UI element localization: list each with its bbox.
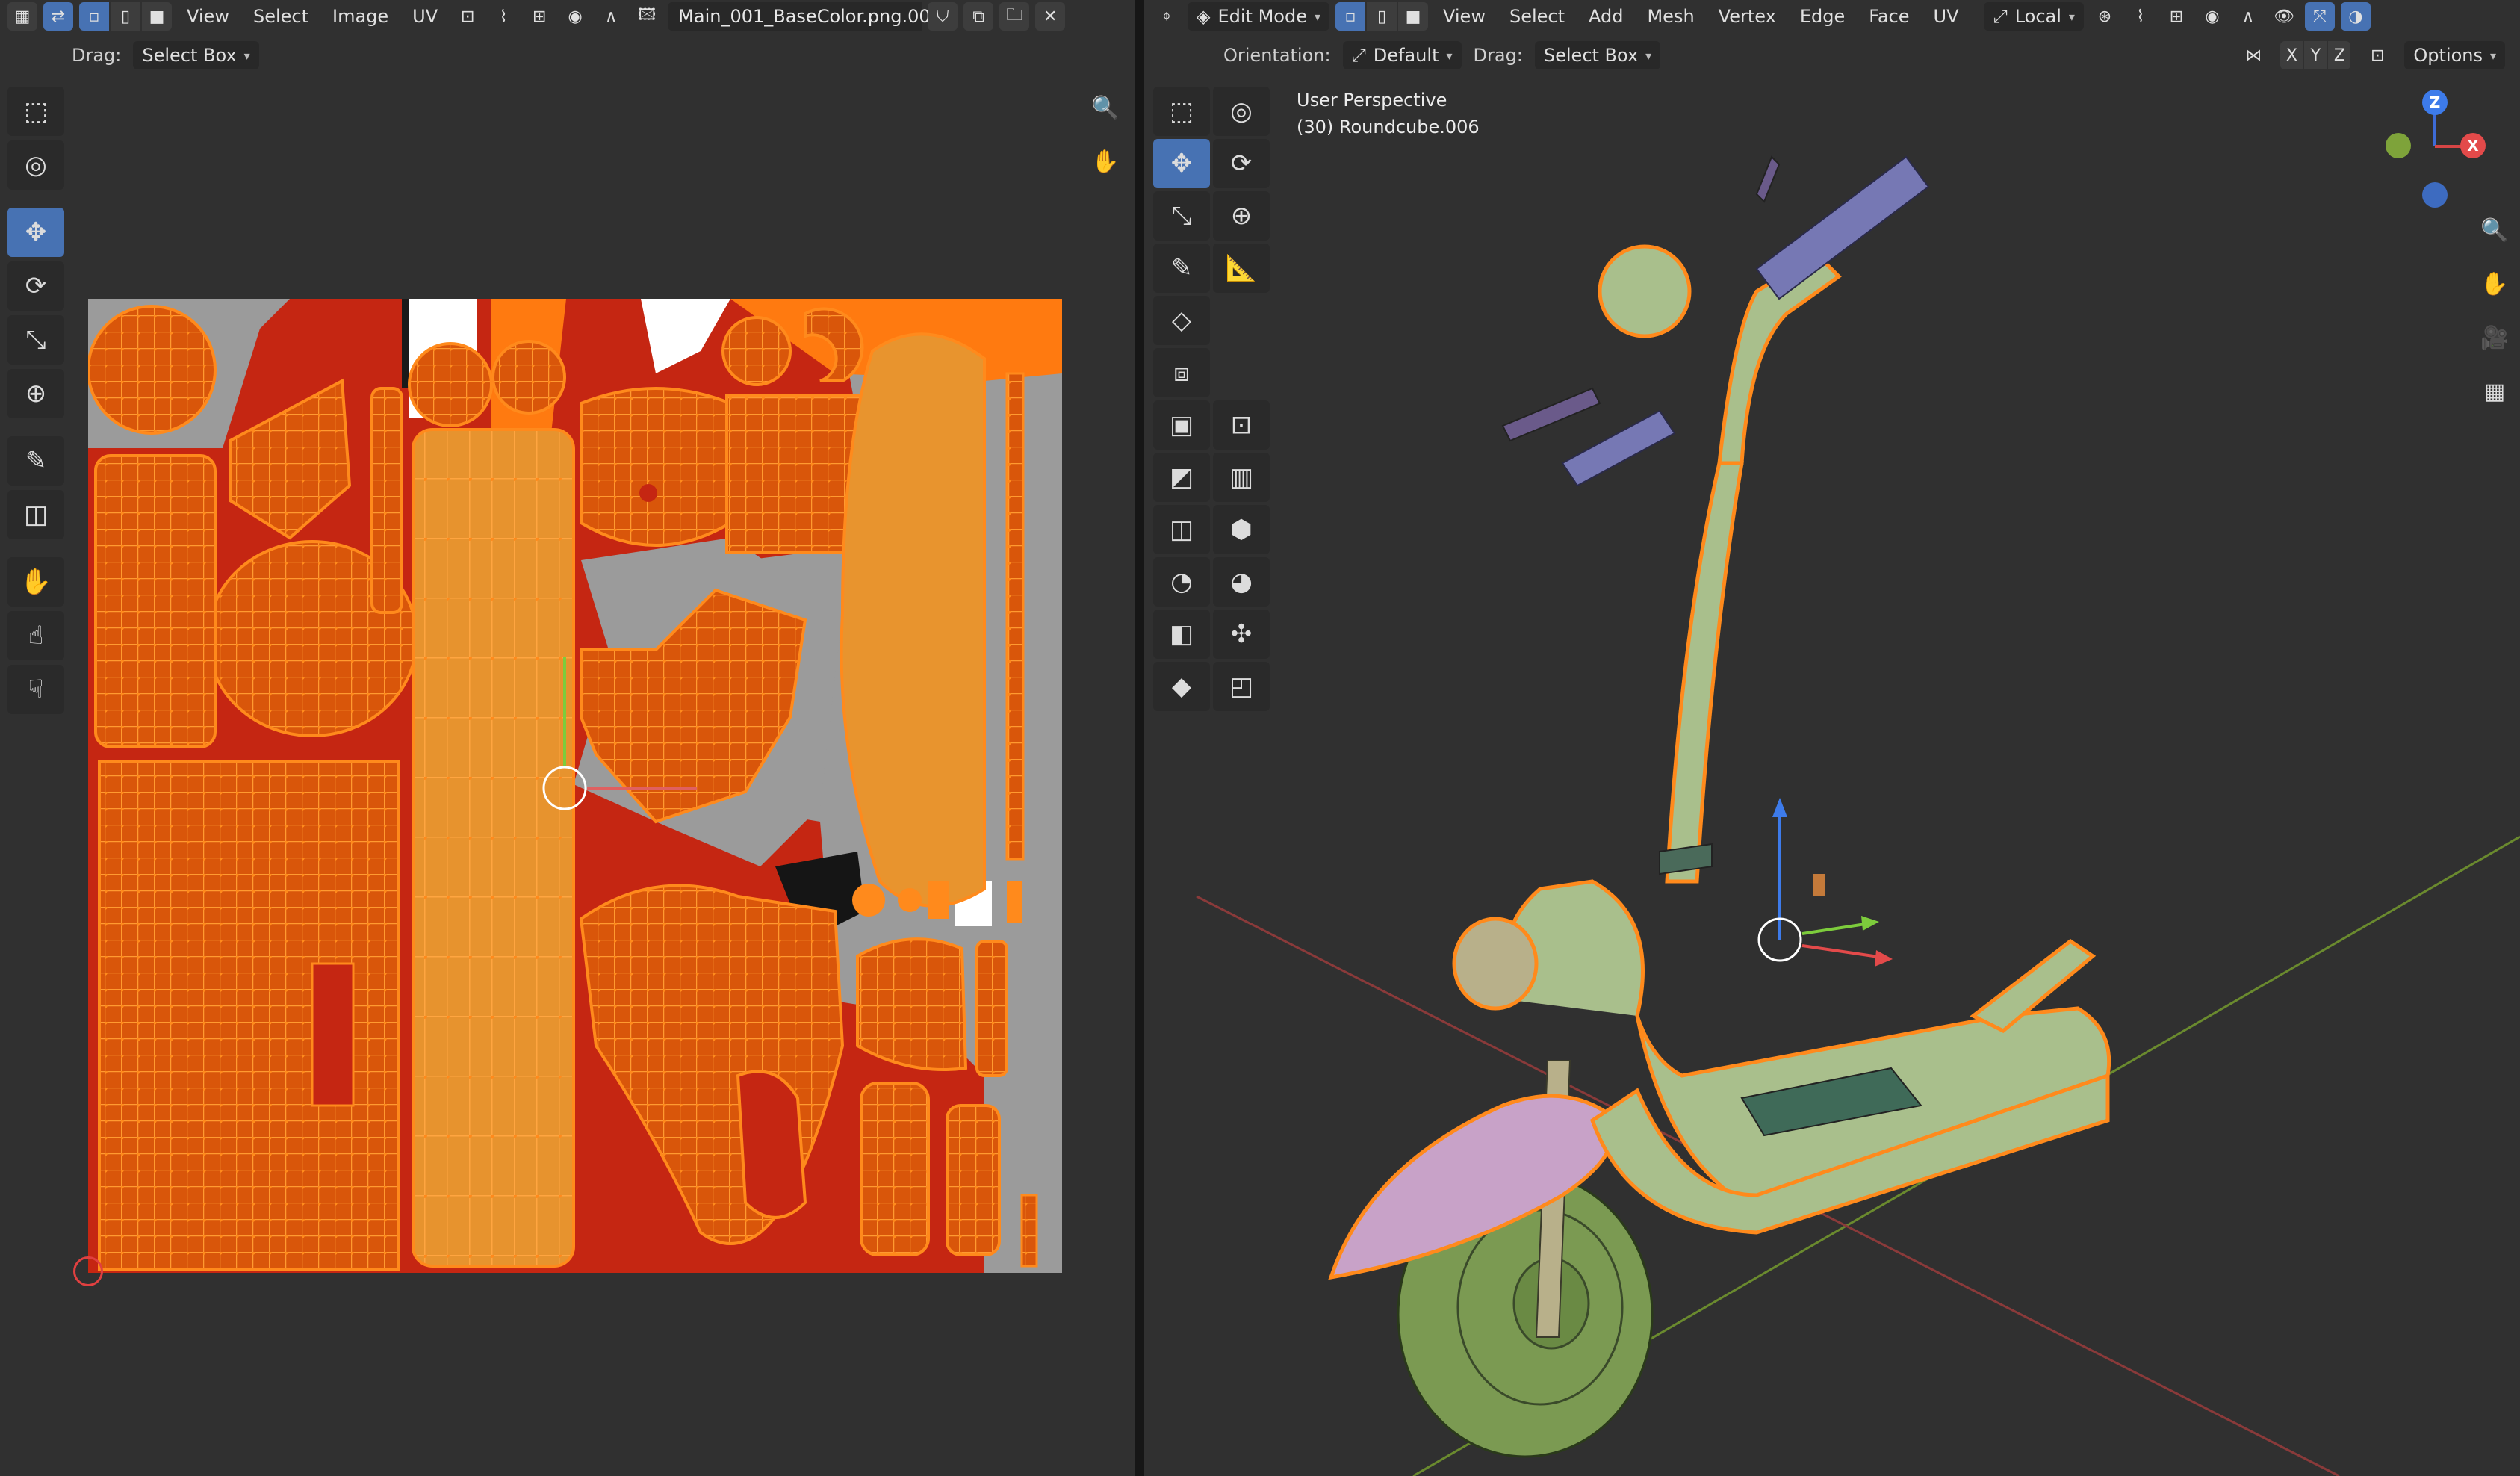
viewport-scene-svg[interactable] [1144,0,2520,1476]
folding-hinge[interactable] [1452,917,1539,1011]
uv-island-fender[interactable] [840,332,986,908]
scale-tool-icon[interactable]: ⤡ [7,315,64,365]
annotate-tool-icon[interactable]: ✎ [7,436,64,486]
image-name-field[interactable]: Main_001_BaseColor.png.004 [668,2,942,31]
edge-select-icon[interactable]: ▯ [111,2,140,31]
uv-island-cap[interactable] [856,937,968,1071]
uv-texture-canvas[interactable] [88,299,1062,1273]
uv-island-dot[interactable] [898,888,922,912]
area-divider[interactable] [1135,0,1144,1476]
editor-type-icon[interactable]: ▦ [7,2,37,31]
face-select-icon[interactable]: ■ [142,2,172,31]
drag-value: Select Box [142,45,237,66]
gizmo-y-arrowhead[interactable] [1861,916,1879,931]
uv-island-hole [736,1070,807,1219]
uv-island-circle[interactable] [88,305,217,435]
uv-island-circle[interactable] [721,316,792,386]
new-image-icon[interactable]: ⧉ [963,2,994,31]
uv-island-thin-strip[interactable] [1005,372,1025,861]
menu-view[interactable]: View [178,3,238,30]
fake-user-icon[interactable]: ⛉ [928,2,958,31]
uv-2d-cursor[interactable] [73,1256,103,1286]
pan-hand-icon[interactable]: ✋ [1086,142,1125,181]
gizmo-plane-handle[interactable] [1813,874,1825,896]
transform-tool-icon[interactable]: ⊕ [7,369,64,418]
snap-icon[interactable]: ⌇ [488,2,518,31]
gizmo-x-arrow[interactable] [1801,944,1884,959]
uv-island-deck[interactable] [412,428,575,1268]
snap-target-icon[interactable]: ⊞ [524,2,554,31]
brake-lever[interactable] [1501,387,1601,442]
uv-editor: ▦ ⇄ ▫ ▯ ■ View Select Image UV ⊡ ⌇ ⊞ ◉ ∧… [0,0,1135,1476]
uv-island-strip[interactable] [975,940,1008,1077]
uv-island-strip[interactable] [1020,1194,1038,1268]
proportional-edit-icon[interactable]: ◉ [560,2,590,31]
relax-tool-icon[interactable]: ☝ [7,611,64,660]
select-box-tool-icon[interactable]: ⬚ [7,87,64,136]
uv-select-mode-group: ▫ ▯ ■ [79,2,172,31]
chevron-down-icon: ▾ [243,48,250,63]
menu-uv[interactable]: UV [403,3,447,30]
right-grip[interactable] [1755,155,1930,300]
menu-image[interactable]: Image [323,3,397,30]
left-grip[interactable] [1561,409,1676,487]
gizmo-y-arrow[interactable] [1801,922,1871,935]
gizmo-x-arrowhead[interactable] [1875,950,1893,967]
grab-tool-icon[interactable]: ✋ [7,557,64,607]
uv-island-pad[interactable] [860,1082,930,1256]
uv-tool-header: Drag: Select Box ▾ [0,37,1135,73]
vertex-select-icon[interactable]: ▫ [79,2,109,31]
menu-select[interactable]: Select [244,3,317,30]
uv-nav-gizmos: 🔍 ✋ [1086,88,1125,181]
uv-island-dot[interactable] [1007,881,1022,922]
headlight[interactable] [1598,244,1692,338]
brake-lever[interactable] [1755,155,1781,203]
zoom-icon[interactable]: 🔍 [1086,88,1125,127]
uv-island-panel[interactable] [94,454,217,748]
uv-island-block[interactable] [725,394,863,554]
uv-white-region [641,299,730,373]
uv-island-circle[interactable] [491,340,566,415]
uv-island-hole [311,962,355,1107]
move-tool-icon[interactable]: ✥ [7,208,64,257]
uv-island-head[interactable] [580,387,732,547]
rotate-tool-icon[interactable]: ⟳ [7,261,64,311]
uv-island-center [639,484,657,502]
rip-region-tool-icon[interactable]: ◫ [7,490,64,539]
uv-sync-selection-icon[interactable]: ⇄ [43,2,73,31]
unlink-image-icon[interactable]: ✕ [1035,2,1066,31]
open-image-icon[interactable]: 🗀 [999,2,1030,31]
pivot-point-icon[interactable]: ⊡ [453,2,482,31]
drag-dropdown[interactable]: Select Box ▾ [133,41,259,69]
image-browse-icon[interactable]: 🖾 [632,2,662,31]
3d-viewport: ⌖ ◈ Edit Mode ▾ ▫ ▯ ■ View Select Add Mesh… [1144,0,2520,1476]
uv-island-dot[interactable] [852,884,885,917]
uv-toolbar: ⬚ ◎ ✥ ⟳ ⤡ ⊕ ✎ ◫ ✋ ☝ ☟ [7,87,67,714]
uv-island-pad[interactable] [946,1104,1001,1256]
cursor-tool-icon[interactable]: ◎ [7,140,64,190]
falloff-icon[interactable]: ∧ [596,2,626,31]
uv-island-circle[interactable] [408,342,493,427]
pinch-tool-icon[interactable]: ☟ [7,665,64,714]
uv-island-strip[interactable] [370,387,403,614]
uv-editor-header: ▦ ⇄ ▫ ▯ ■ View Select Image UV ⊡ ⌇ ⊞ ◉ ∧… [0,0,1135,33]
uv-island-dot[interactable] [928,881,949,919]
drag-label: Drag: [72,45,122,66]
gizmo-z-arrowhead[interactable] [1772,798,1787,817]
uv-islands-svg [88,299,1062,1273]
steering-stem[interactable] [1665,461,1744,884]
uv-island-fan[interactable] [229,378,352,540]
